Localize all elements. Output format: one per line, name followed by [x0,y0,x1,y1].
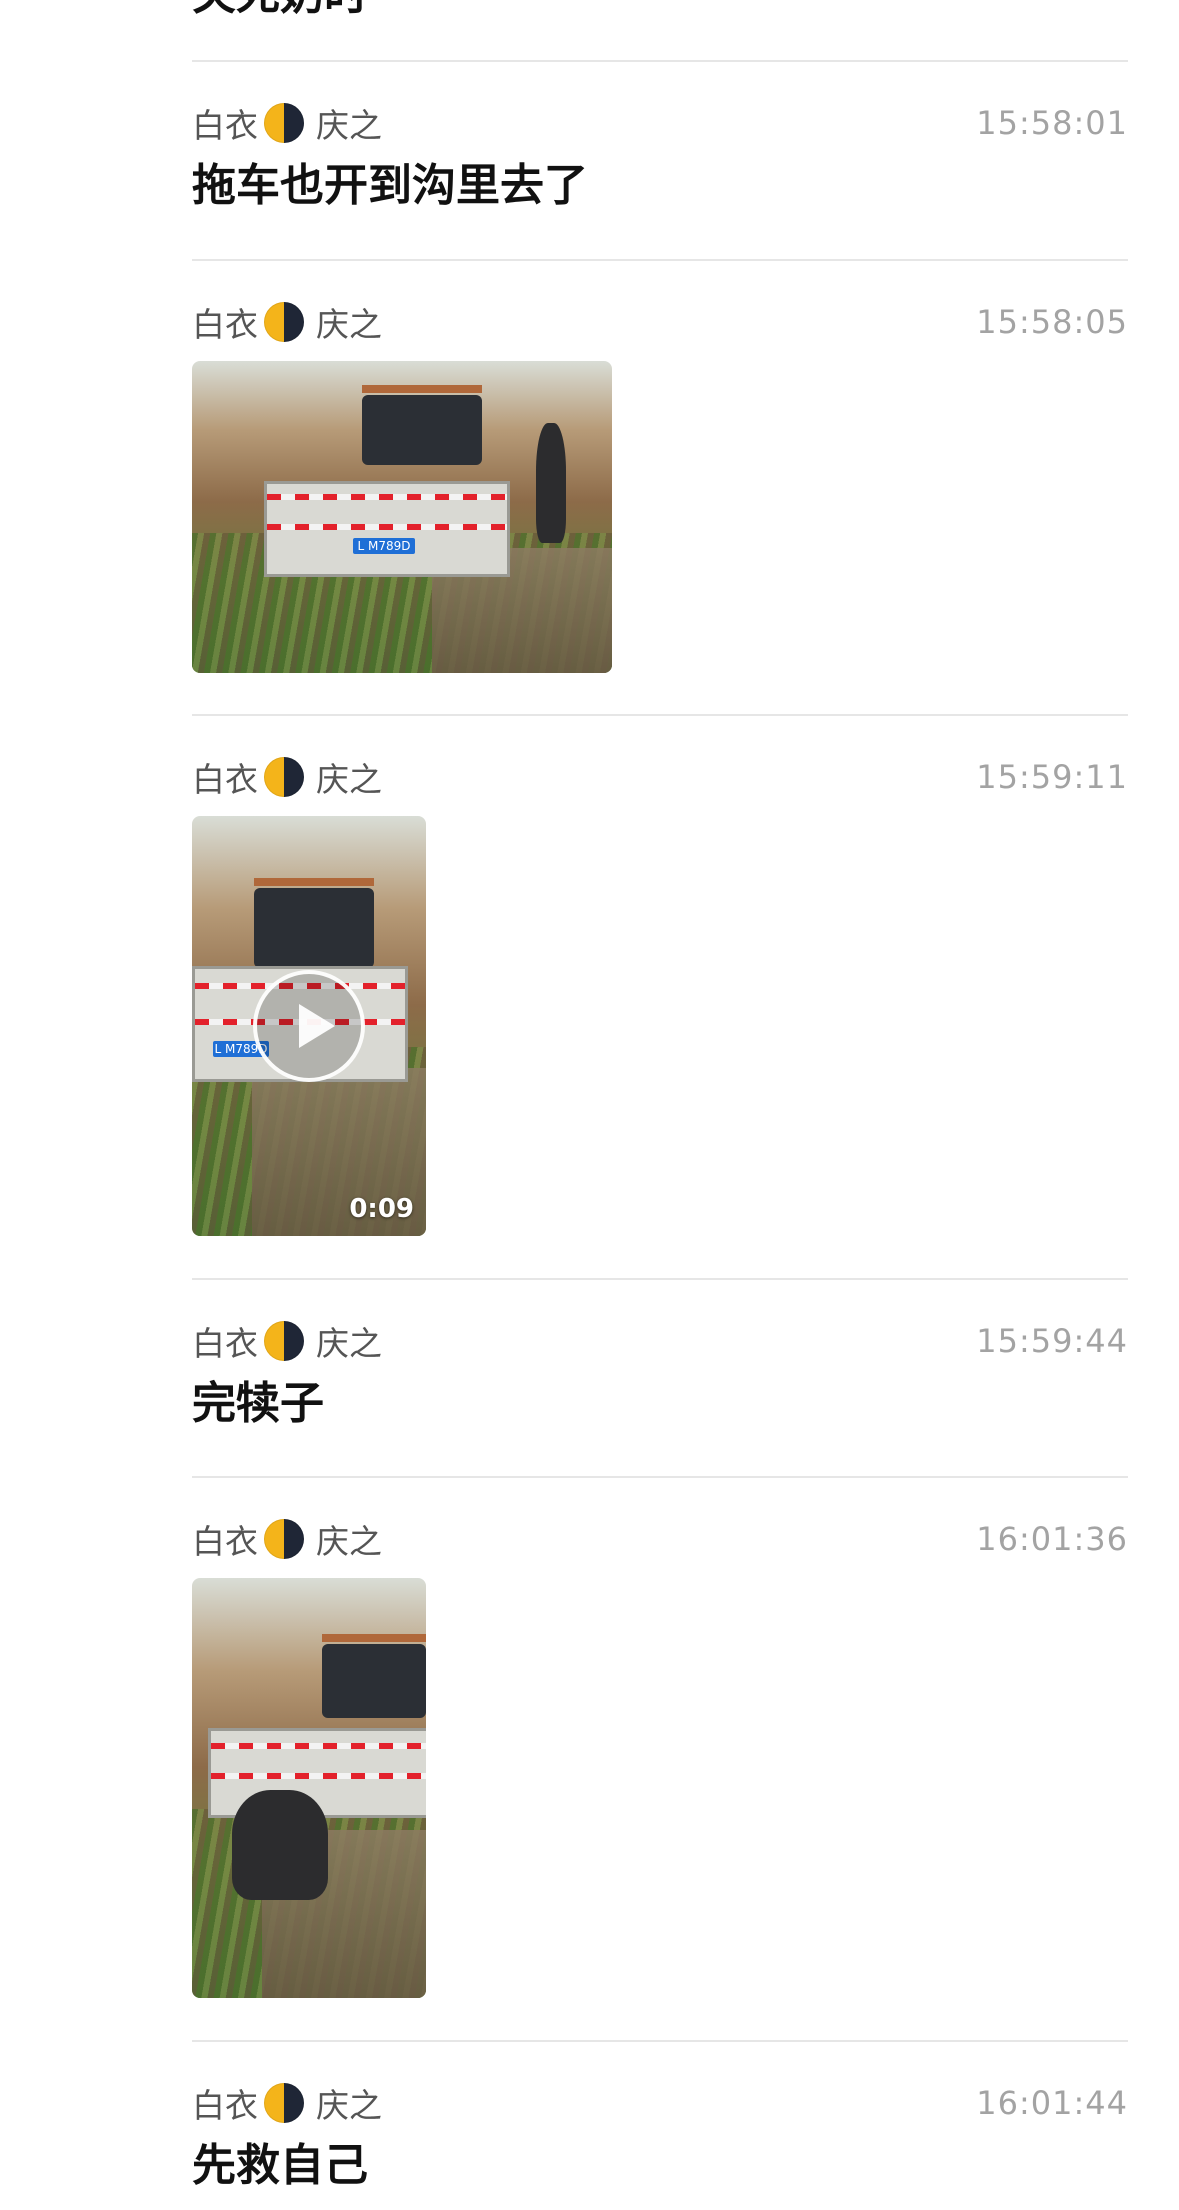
sender-name[interactable]: 白衣 庆之 [192,2078,382,2128]
message-text[interactable]: 完犊子 [192,1376,1128,1432]
message-divider [192,2040,1128,2042]
message-header: 白衣 庆之 15:59:11 [192,752,1128,802]
sender-name-part: 白衣 [192,1522,258,1561]
sender-name-part: 庆之 [316,1522,382,1561]
message-time: 16:01:44 [976,2084,1128,2122]
photo-engine [362,385,482,465]
message-text-partial: 关死奶时 [192,0,368,20]
moon-icon [264,103,304,143]
photo-thumbnail[interactable]: L M789D [192,361,612,673]
sender-name[interactable]: 白衣 庆之 [192,1316,382,1366]
moon-icon [264,757,304,797]
message-time: 16:01:36 [976,1520,1128,1558]
video-engine [254,878,374,968]
message-time: 15:58:05 [976,303,1128,341]
moon-icon [264,302,304,342]
sender-name-part: 白衣 [192,305,258,344]
message-time: 15:59:11 [976,758,1128,796]
video-thumbnail[interactable]: L M789D 0:09 [192,816,426,1236]
sender-name[interactable]: 白衣 庆之 [192,98,382,148]
message-item[interactable]: 白衣 庆之 15:59:44 完犊子 [192,1316,1128,1432]
message-text[interactable]: 先救自己 [192,2138,1128,2194]
message-divider [192,60,1128,62]
message-text[interactable]: 拖车也开到沟里去了 [192,158,1128,214]
message-item[interactable]: 白衣 庆之 15:58:05 L M789D [192,297,1128,673]
sender-name-part: 白衣 [192,760,258,799]
photo-thumbnail[interactable] [192,1578,426,1998]
photo-person [536,423,566,543]
moon-icon [264,1519,304,1559]
message-item[interactable]: 白衣 庆之 15:59:11 L M789D 0:09 [192,752,1128,1236]
sender-name[interactable]: 白衣 庆之 [192,752,382,802]
sender-name-part: 白衣 [192,106,258,145]
video-duration: 0:09 [349,1194,414,1224]
photo-truck: L M789D [264,481,510,577]
moon-icon [264,1321,304,1361]
sender-name-part: 庆之 [316,2086,382,2125]
sender-name-part: 庆之 [316,760,382,799]
message-item[interactable]: 白衣 庆之 15:58:01 拖车也开到沟里去了 [192,98,1128,214]
message-header: 白衣 庆之 15:58:05 [192,297,1128,347]
message-header: 白衣 庆之 16:01:44 [192,2078,1128,2128]
sender-name-part: 白衣 [192,2086,258,2125]
play-button[interactable] [253,970,365,1082]
sender-name-part: 庆之 [316,1324,382,1363]
message-divider [192,714,1128,716]
message-header: 白衣 庆之 16:01:36 [192,1514,1128,1564]
message-time: 15:59:44 [976,1322,1128,1360]
photo-scene [192,1578,426,1998]
message-header: 白衣 庆之 15:58:01 [192,98,1128,148]
sender-name-part: 庆之 [316,106,382,145]
message-divider [192,1278,1128,1280]
sender-name-part: 白衣 [192,1324,258,1363]
message-header: 白衣 庆之 15:59:44 [192,1316,1128,1366]
sender-name[interactable]: 白衣 庆之 [192,297,382,347]
moon-icon [264,2083,304,2123]
license-plate: L M789D [353,538,415,554]
photo-engine [322,1634,426,1718]
sender-name[interactable]: 白衣 庆之 [192,1514,382,1564]
message-divider [192,1476,1128,1478]
message-time: 15:58:01 [976,104,1128,142]
message-divider [192,259,1128,261]
message-item[interactable]: 白衣 庆之 16:01:44 先救自己 [192,2078,1128,2194]
message-item[interactable]: 白衣 庆之 16:01:36 [192,1514,1128,1998]
photo-scene: L M789D [192,361,612,673]
sender-name-part: 庆之 [316,305,382,344]
photo-person [232,1790,328,1900]
chat-history-page: 关死奶时 白衣 庆之 15:58:01 拖车也开到沟里去了 白衣 庆之 15:5… [0,0,1179,2210]
